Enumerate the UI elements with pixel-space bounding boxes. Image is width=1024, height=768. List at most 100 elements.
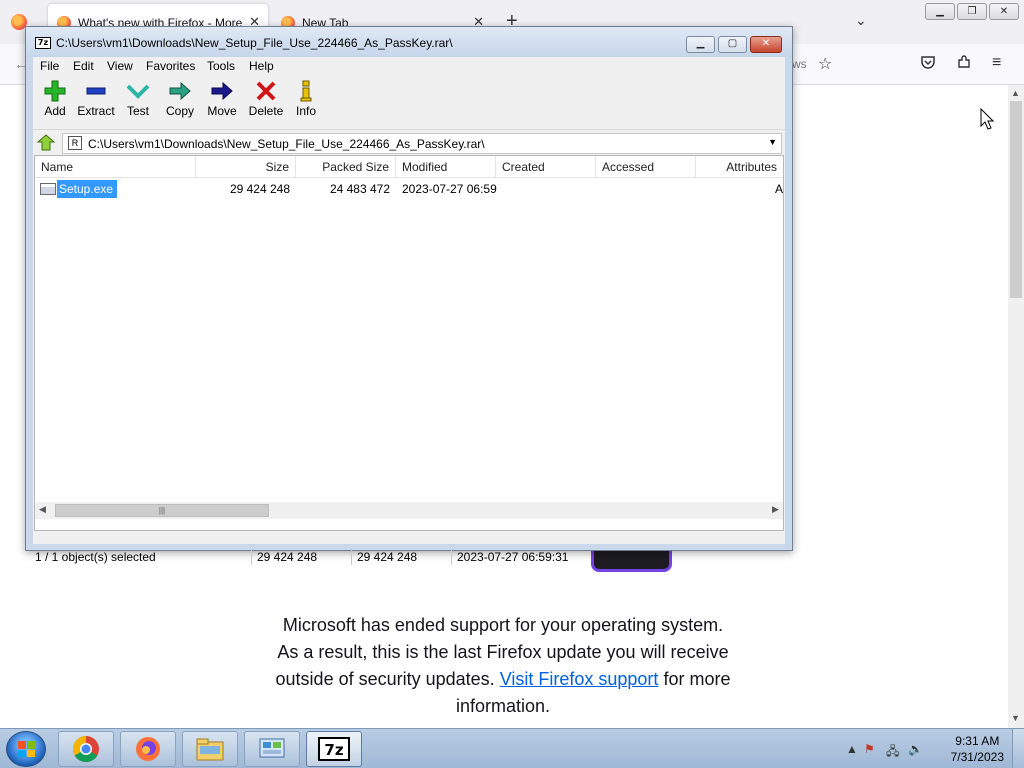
add-icon [44, 80, 66, 102]
delete-button[interactable]: Delete [244, 78, 288, 128]
move-button[interactable]: Move [200, 78, 244, 128]
clock[interactable]: 9:31 AM 7/31/2023 [951, 733, 1004, 765]
column-name[interactable]: Name [35, 156, 196, 178]
file-modified: 2023-07-27 06:59 [402, 182, 497, 196]
restore-button[interactable]: ❐ [957, 3, 987, 20]
copy-button[interactable]: Copy [158, 78, 202, 128]
taskbar-chrome[interactable] [58, 731, 114, 767]
add-label: Add [44, 104, 66, 118]
extensions-icon[interactable] [956, 54, 972, 75]
close-window-button[interactable]: ✕ [989, 3, 1019, 20]
add-button[interactable]: Add [33, 78, 77, 128]
menu-edit[interactable]: Edit [73, 59, 94, 73]
clock-date: 7/31/2023 [950, 750, 1004, 764]
test-label: Test [126, 104, 149, 118]
menu-tools[interactable]: Tools [207, 59, 235, 73]
app-menu-icon[interactable]: ≡ [992, 54, 1001, 72]
message-line: As a result, this is the last Firefox up… [277, 642, 729, 662]
address-bar: R C:\Users\vm1\Downloads\New_Setup_File_… [33, 131, 785, 155]
info-button[interactable]: Info [284, 78, 328, 128]
column-modified[interactable]: Modified [396, 156, 496, 178]
clock-time: 9:31 AM [955, 734, 1000, 748]
extract-button[interactable]: Extract [74, 78, 118, 128]
chevron-down-icon[interactable]: ▼ [768, 137, 777, 147]
copy-icon [169, 81, 191, 101]
close-button[interactable]: ✕ [750, 36, 782, 53]
7zip-icon: 7z [318, 737, 350, 761]
menu-file[interactable]: File [40, 59, 59, 73]
window-title-bar[interactable]: 7z C:\Users\vm1\Downloads\New_Setup_File… [26, 27, 792, 57]
minimize-button[interactable]: ▁ [925, 3, 955, 20]
url-text-tail[interactable]: ws [792, 57, 807, 71]
firefox-icon [136, 737, 160, 761]
extract-icon [86, 87, 106, 95]
taskbar-firefox[interactable] [120, 731, 176, 767]
os-support-message: Microsoft has ended support for your ope… [230, 612, 776, 720]
window-title: C:\Users\vm1\Downloads\New_Setup_File_Us… [56, 36, 453, 50]
menu-help[interactable]: Help [249, 59, 274, 73]
scroll-right-arrow-icon[interactable]: ▶ [772, 504, 779, 515]
path-text[interactable]: C:\Users\vm1\Downloads\New_Setup_File_Us… [88, 137, 485, 151]
volume-muted-icon[interactable]: 🔈 [908, 742, 923, 756]
message-line: outside of security updates. Visit Firef… [230, 666, 776, 693]
delete-label: Delete [248, 104, 284, 118]
test-button[interactable]: Test [116, 78, 160, 128]
file-attributes: A [775, 182, 783, 196]
column-attributes[interactable]: Attributes [696, 156, 783, 178]
status-size-total: 29 424 248 [357, 550, 418, 564]
up-folder-icon[interactable] [36, 134, 56, 152]
exe-file-icon [40, 183, 56, 195]
show-desktop-button[interactable] [1012, 729, 1024, 768]
7zip-app-icon: 7z [35, 37, 51, 49]
status-modified: 2023-07-27 06:59:31 [457, 550, 569, 564]
minimize-button[interactable]: ▁ [686, 36, 715, 53]
chrome-icon [72, 735, 99, 763]
message-text: outside of security updates. [275, 669, 495, 689]
bookmark-star-icon[interactable]: ☆ [818, 54, 832, 74]
message-text: for more [663, 669, 731, 689]
windows-logo-icon [18, 741, 35, 757]
pocket-icon[interactable] [920, 54, 936, 75]
page-scrollbar[interactable]: ▲ ▼ [1008, 85, 1024, 728]
menu-bar: File Edit View Favorites Tools Help [33, 57, 785, 76]
move-icon [211, 81, 233, 101]
file-list-header: Name Size Packed Size Modified Created A… [35, 156, 783, 178]
scrollbar-thumb[interactable] [1010, 101, 1022, 298]
column-packed-size[interactable]: Packed Size [296, 156, 396, 178]
message-line: Microsoft has ended support for your ope… [282, 615, 724, 635]
column-created[interactable]: Created [496, 156, 596, 178]
svg-text:7z: 7z [324, 741, 343, 759]
scrollbar-thumb[interactable]: ||| [55, 504, 269, 517]
scroll-up-arrow-icon[interactable]: ▲ [1011, 88, 1020, 98]
extract-label: Extract [77, 104, 115, 118]
system-tray: ▲ ⚑ 🖧 🔈 9:31 AM 7/31/2023 [834, 729, 1024, 768]
show-hidden-icons-icon[interactable]: ▲ [846, 742, 858, 756]
file-packed-size: 24 483 472 [329, 182, 390, 196]
visit-firefox-support-link[interactable]: Visit Firefox support [500, 669, 659, 689]
window-client-area: File Edit View Favorites Tools Help Add … [33, 57, 785, 565]
copy-label: Copy [165, 104, 194, 118]
column-size[interactable]: Size [196, 156, 296, 178]
taskbar-file-explorer[interactable] [182, 731, 238, 767]
file-row[interactable]: Setup.exe 29 424 248 24 483 472 2023-07-… [35, 180, 783, 198]
action-center-flag-icon[interactable]: ⚑ [864, 742, 875, 756]
network-icon[interactable]: 🖧 [886, 742, 899, 763]
taskbar-control-panel[interactable] [244, 731, 300, 767]
scroll-left-arrow-icon[interactable]: ◀ [39, 504, 46, 515]
horizontal-scrollbar[interactable]: ◀ ||| ▶ [35, 502, 783, 519]
scroll-down-arrow-icon[interactable]: ▼ [1011, 713, 1020, 723]
file-name[interactable]: Setup.exe [57, 180, 118, 198]
file-list[interactable]: Name Size Packed Size Modified Created A… [34, 155, 784, 531]
maximize-button[interactable]: ▢ [718, 36, 747, 53]
menu-favorites[interactable]: Favorites [146, 59, 195, 73]
test-icon [126, 84, 150, 99]
list-all-tabs-icon[interactable]: ⌄ [855, 12, 867, 29]
taskbar-7zip[interactable]: 7z [306, 731, 362, 767]
start-button[interactable] [6, 731, 46, 767]
archive-icon: R [68, 136, 82, 150]
7zip-file-manager-window: 7z C:\Users\vm1\Downloads\New_Setup_File… [25, 26, 793, 565]
menu-view[interactable]: View [107, 59, 133, 73]
column-accessed[interactable]: Accessed [596, 156, 696, 178]
move-label: Move [207, 104, 237, 118]
path-combobox[interactable]: R C:\Users\vm1\Downloads\New_Setup_File_… [62, 133, 782, 154]
